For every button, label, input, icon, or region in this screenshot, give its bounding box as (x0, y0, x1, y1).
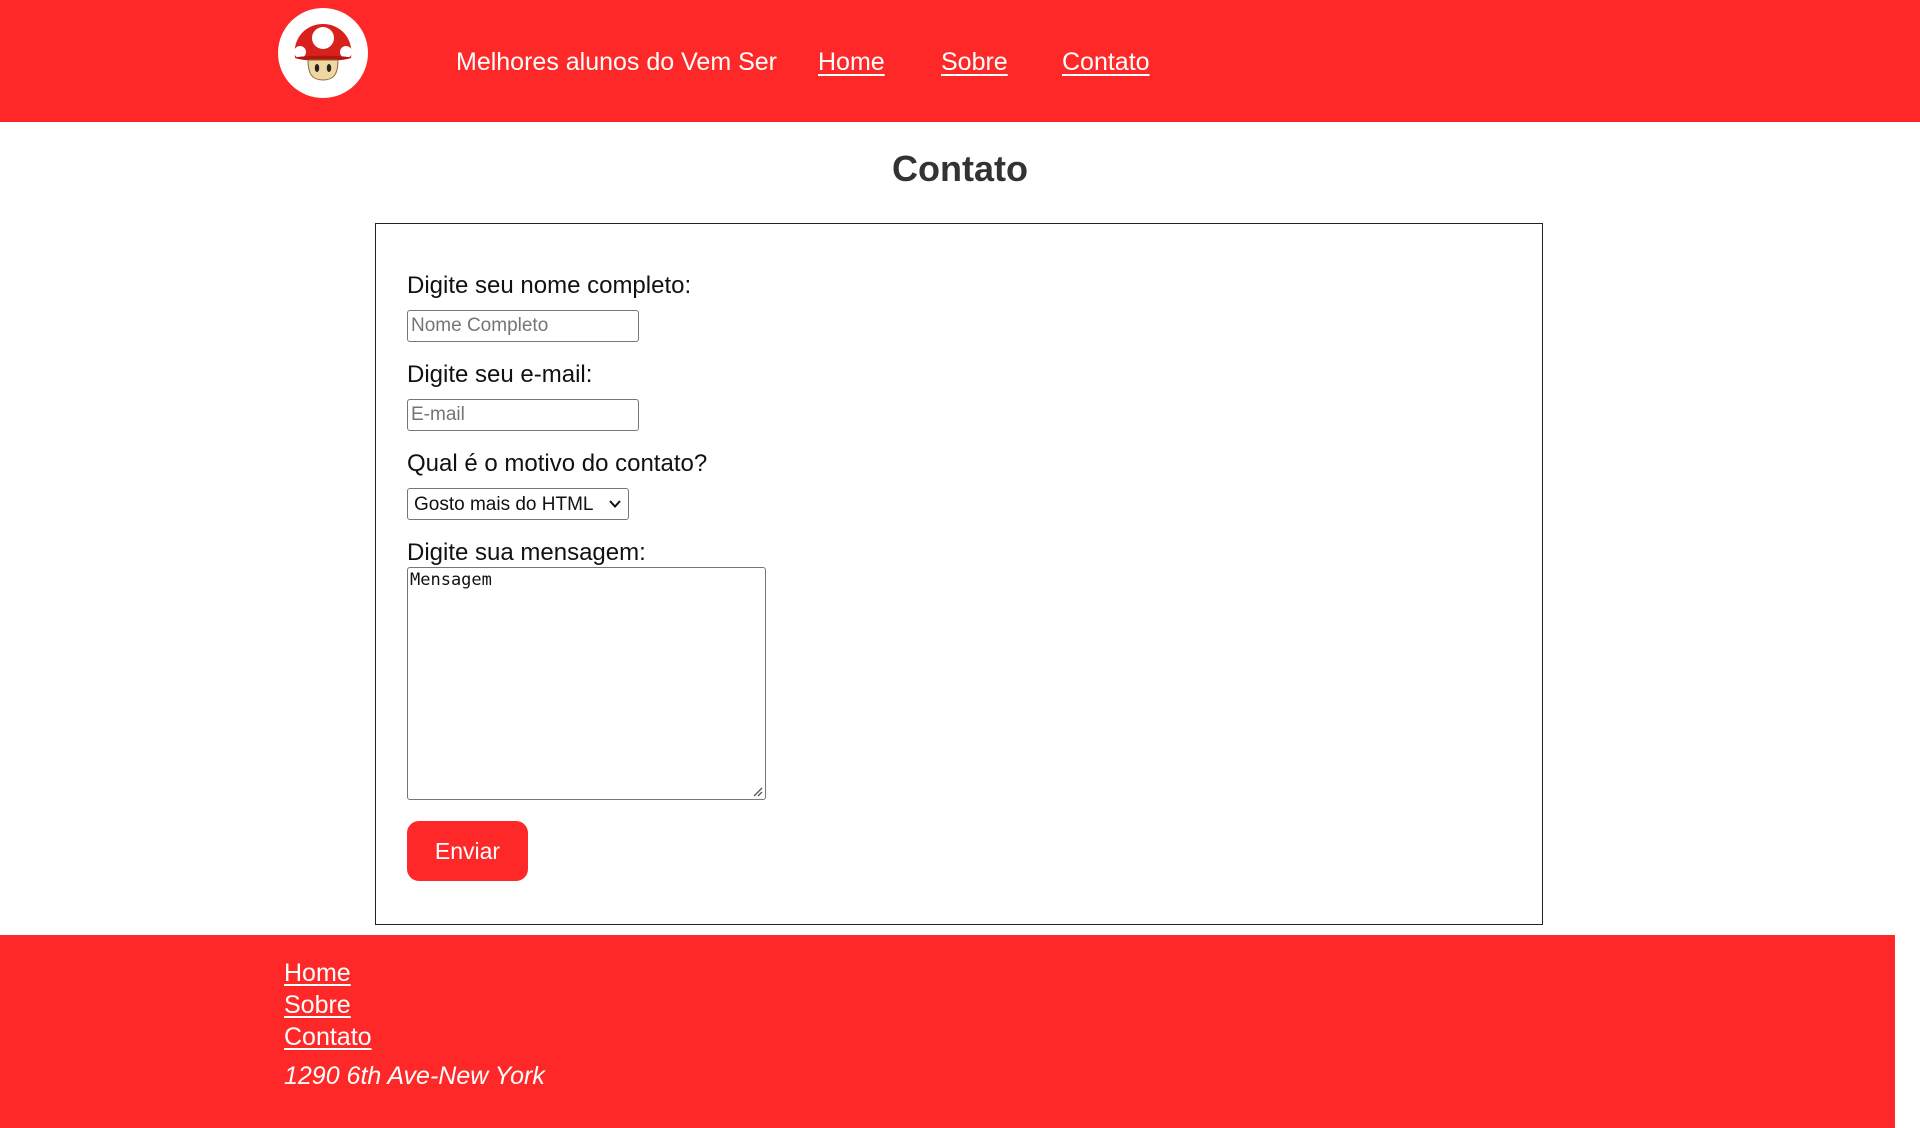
message-text: Mensagem (410, 570, 492, 590)
message-label: Digite sua mensagem: (407, 539, 646, 566)
reason-select[interactable]: Gosto mais do HTML (407, 488, 629, 520)
site-title: Melhores alunos do Vem Ser (456, 48, 778, 76)
nav-home[interactable]: Home (818, 48, 885, 77)
page-title: Contato (892, 148, 1028, 189)
footer-link-contato[interactable]: Contato (284, 1023, 372, 1052)
message-textarea[interactable]: Mensagem (407, 567, 766, 800)
logo[interactable] (278, 8, 368, 98)
footer-link-sobre[interactable]: Sobre (284, 991, 351, 1020)
chevron-down-icon (609, 500, 621, 508)
footer-address: 1290 6th Ave-New York (284, 1062, 545, 1090)
contact-form: Digite seu nome completo: Digite seu e-m… (375, 223, 1543, 925)
footer-link-home[interactable]: Home (284, 959, 351, 988)
mushroom-icon (294, 24, 352, 81)
email-input[interactable] (407, 399, 639, 431)
reason-label: Qual é o motivo do contato? (407, 450, 708, 477)
submit-button[interactable]: Enviar (407, 821, 528, 881)
email-label: Digite seu e-mail: (407, 361, 593, 388)
site-footer: Home Sobre Contato 1290 6th Ave-New York (0, 935, 1895, 1128)
reason-select-value: Gosto mais do HTML (414, 494, 594, 515)
nav-contato[interactable]: Contato (1062, 48, 1150, 77)
nav-sobre[interactable]: Sobre (941, 48, 1008, 77)
name-input[interactable] (407, 310, 639, 342)
site-header: Melhores alunos do Vem Ser Home Sobre Co… (0, 0, 1920, 122)
name-label: Digite seu nome completo: (407, 272, 692, 299)
resize-grip-icon[interactable] (751, 785, 763, 797)
